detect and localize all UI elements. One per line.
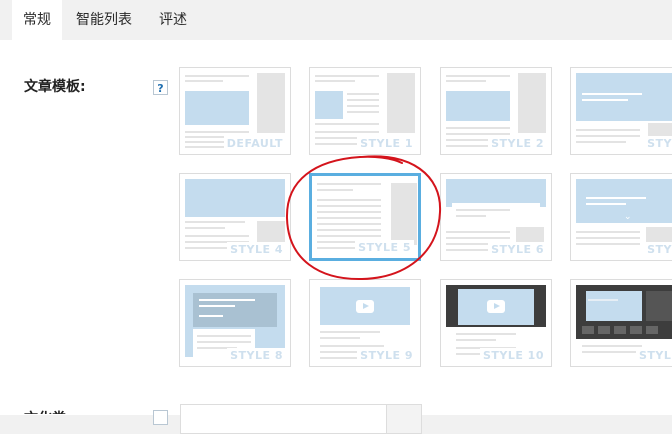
play-icon [356, 300, 374, 313]
template-option-label: STYLE 11 [635, 348, 672, 363]
play-icon [487, 300, 505, 313]
template-option-label: STYLE 9 [357, 348, 416, 363]
template-option-style-10[interactable]: STYLE 10 [440, 279, 552, 367]
template-option-style-5[interactable]: STYLE 5 [309, 173, 421, 261]
template-option-style-9[interactable]: STYLE 9 [309, 279, 421, 367]
template-option-label: STYLE 4 [227, 242, 286, 257]
tab-review[interactable]: 评述 [148, 0, 198, 40]
template-option-label: STYLE 3 [644, 136, 672, 151]
template-option-style-2[interactable]: STYLE 2 [440, 67, 552, 155]
template-option-label: STYLE 5 [355, 240, 414, 255]
next-field-help-icon[interactable] [153, 410, 168, 425]
template-option-label: STYLE 1 [357, 136, 416, 151]
template-option-label: STYLE 6 [488, 242, 547, 257]
template-option-style-4[interactable]: STYLE 4 [179, 173, 291, 261]
template-option-label: STYLE 7 [644, 242, 672, 257]
chevron-down-icon [386, 405, 421, 433]
template-option-label: STYLE 10 [479, 348, 547, 363]
next-field-select[interactable] [180, 404, 422, 434]
template-option-label: STYLE 2 [488, 136, 547, 151]
template-option-style-3[interactable]: STYLE 3 [570, 67, 672, 155]
template-option-style-6[interactable]: STYLE 6 [440, 173, 552, 261]
tab-bar: 常规 智能列表 评述 [0, 0, 672, 40]
next-field-label: 文化类 [24, 411, 66, 427]
template-option-style-8[interactable]: STYLE 8 [179, 279, 291, 367]
template-label: 文章模板: [24, 79, 86, 95]
template-option-style-7[interactable]: ⌄ STYLE 7 [570, 173, 672, 261]
tab-smart-list[interactable]: 智能列表 [65, 0, 143, 40]
template-help-icon[interactable]: ? [153, 80, 168, 95]
template-option-style-11[interactable]: STYLE 11 [570, 279, 672, 367]
template-option-style-1[interactable]: STYLE 1 [309, 67, 421, 155]
template-option-default[interactable]: DEFAULT [179, 67, 291, 155]
template-option-label: STYLE 8 [227, 348, 286, 363]
template-option-label: DEFAULT [223, 136, 286, 151]
tab-general[interactable]: 常规 [12, 0, 62, 40]
